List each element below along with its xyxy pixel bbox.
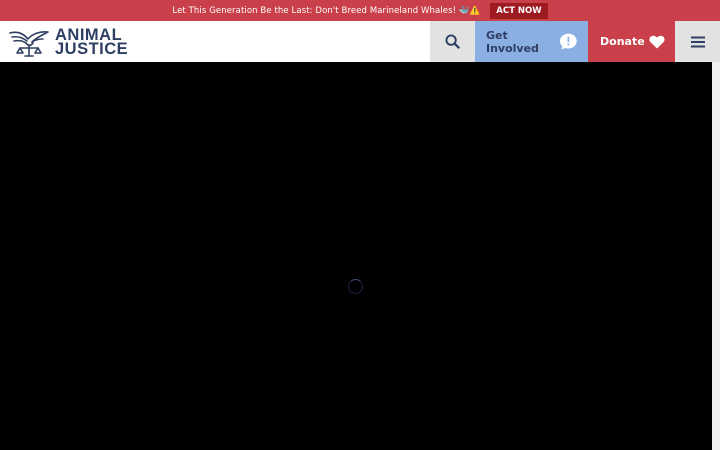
site-header: ANIMAL JUSTICE Get Involved Donate bbox=[0, 21, 720, 62]
logo-line-2: JUSTICE bbox=[55, 40, 129, 58]
video-player[interactable] bbox=[0, 62, 712, 450]
get-involved-button[interactable]: Get Involved bbox=[475, 21, 588, 62]
act-now-button[interactable]: ACT NOW bbox=[490, 2, 548, 19]
donate-button[interactable]: Donate bbox=[588, 21, 675, 62]
exclamation-speech-bubble-icon bbox=[560, 33, 578, 50]
logo-wordmark: ANIMAL JUSTICE bbox=[55, 27, 129, 58]
hamburger-menu-icon bbox=[690, 36, 705, 47]
heart-icon bbox=[649, 35, 665, 48]
site-logo[interactable]: ANIMAL JUSTICE bbox=[8, 26, 128, 58]
menu-button[interactable] bbox=[675, 21, 720, 62]
page-scrollbar[interactable] bbox=[712, 62, 720, 450]
donate-label: Donate bbox=[600, 35, 645, 48]
announcement-banner: Let This Generation Be the Last: Don't B… bbox=[0, 0, 720, 21]
loading-spinner-icon bbox=[348, 279, 363, 294]
dove-scales-icon bbox=[9, 31, 49, 57]
search-icon bbox=[445, 34, 460, 49]
search-button[interactable] bbox=[430, 21, 475, 62]
get-involved-label: Get Involved bbox=[486, 28, 539, 55]
banner-message: Let This Generation Be the Last: Don't B… bbox=[172, 5, 481, 16]
